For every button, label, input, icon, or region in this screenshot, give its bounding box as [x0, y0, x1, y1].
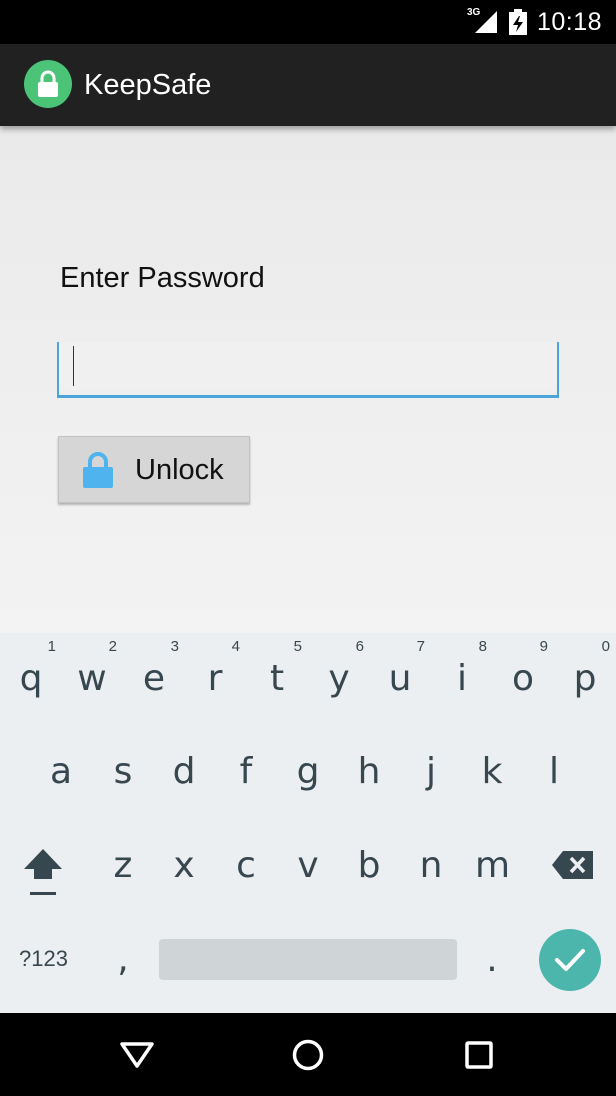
- key-m[interactable]: m: [475, 845, 510, 886]
- clock: 10:18: [536, 7, 602, 36]
- lock-icon: [83, 452, 113, 488]
- key-w[interactable]: w2: [75, 638, 117, 699]
- key-label: w: [77, 658, 107, 699]
- key-label: u: [388, 658, 412, 699]
- key-p[interactable]: p0: [568, 638, 610, 699]
- unlock-button-label: Unlock: [135, 454, 224, 486]
- key-n[interactable]: n: [414, 845, 448, 886]
- key-y[interactable]: y6: [322, 638, 364, 699]
- backspace-key[interactable]: [551, 849, 595, 881]
- key-label: i: [456, 658, 467, 699]
- key-label: q: [19, 658, 43, 699]
- key-z[interactable]: z: [106, 845, 140, 886]
- battery-icon: [508, 9, 527, 35]
- key-hint: 1: [47, 638, 56, 655]
- key-label: t: [269, 658, 285, 699]
- status-icons: 3G 10:18: [467, 0, 602, 44]
- back-button[interactable]: [117, 1035, 157, 1075]
- key-r[interactable]: r4: [198, 638, 240, 699]
- back-triangle-icon: [120, 1042, 154, 1068]
- key-v[interactable]: v: [291, 845, 325, 886]
- key-h[interactable]: h: [352, 751, 386, 792]
- key-label: o: [511, 658, 535, 699]
- soft-keyboard: q1 w2 e3 r4 t5 y6 u7 i8 o9 p0 a s d f g …: [0, 633, 616, 1013]
- password-input[interactable]: [57, 342, 559, 398]
- enter-key[interactable]: [539, 929, 601, 991]
- checkmark-icon: [555, 949, 585, 971]
- key-f[interactable]: f: [229, 751, 263, 792]
- backspace-icon: [552, 851, 593, 879]
- key-hint: 0: [601, 638, 610, 655]
- key-hint: 6: [355, 638, 364, 655]
- key-t[interactable]: t5: [260, 638, 302, 699]
- password-prompt: Enter Password: [60, 262, 265, 294]
- unlock-button[interactable]: Unlock: [58, 436, 250, 503]
- unlock-screen: Enter Password Unlock: [0, 126, 616, 633]
- key-i[interactable]: i8: [445, 638, 487, 699]
- key-hint: 8: [478, 638, 487, 655]
- recents-square-icon: [465, 1041, 493, 1069]
- key-e[interactable]: e3: [137, 638, 179, 699]
- key-hint: 4: [231, 638, 240, 655]
- key-label: e: [142, 658, 166, 699]
- shift-icon: [24, 849, 62, 895]
- key-hint: 2: [108, 638, 117, 655]
- key-label: r: [207, 658, 223, 699]
- key-x[interactable]: x: [167, 845, 201, 886]
- lock-icon: [38, 70, 58, 97]
- app-logo: [24, 60, 72, 108]
- status-bar: 3G 10:18: [0, 0, 616, 44]
- key-o[interactable]: o9: [506, 638, 548, 699]
- key-s[interactable]: s: [106, 751, 140, 792]
- key-hint: 3: [170, 638, 179, 655]
- home-circle-icon: [292, 1039, 324, 1071]
- key-q[interactable]: q1: [14, 638, 56, 699]
- app-bar: KeepSafe: [0, 44, 616, 126]
- symbols-key[interactable]: ?123: [19, 946, 68, 972]
- period-key[interactable]: .: [475, 939, 509, 980]
- key-u[interactable]: u7: [383, 638, 425, 699]
- recents-button[interactable]: [459, 1035, 499, 1075]
- key-label: p: [573, 658, 597, 699]
- text-cursor: [73, 346, 74, 386]
- key-b[interactable]: b: [352, 845, 386, 886]
- app-title: KeepSafe: [84, 69, 212, 101]
- comma-key[interactable]: ,: [106, 939, 140, 980]
- key-hint: 7: [416, 638, 425, 655]
- navigation-bar: [0, 1013, 616, 1096]
- key-a[interactable]: a: [44, 751, 78, 792]
- network-type: 3G: [466, 7, 481, 18]
- key-j[interactable]: j: [414, 751, 448, 792]
- key-l[interactable]: l: [537, 751, 571, 792]
- key-c[interactable]: c: [229, 845, 263, 886]
- key-hint: 9: [539, 638, 548, 655]
- key-d[interactable]: d: [167, 751, 201, 792]
- space-bar[interactable]: [159, 939, 457, 980]
- shift-key[interactable]: [22, 845, 64, 895]
- key-hint: 5: [293, 638, 302, 655]
- key-label: y: [328, 658, 350, 699]
- key-k[interactable]: k: [475, 751, 509, 792]
- cell-signal-icon: 3G: [467, 7, 499, 35]
- key-g[interactable]: g: [291, 751, 325, 792]
- home-button[interactable]: [288, 1035, 328, 1075]
